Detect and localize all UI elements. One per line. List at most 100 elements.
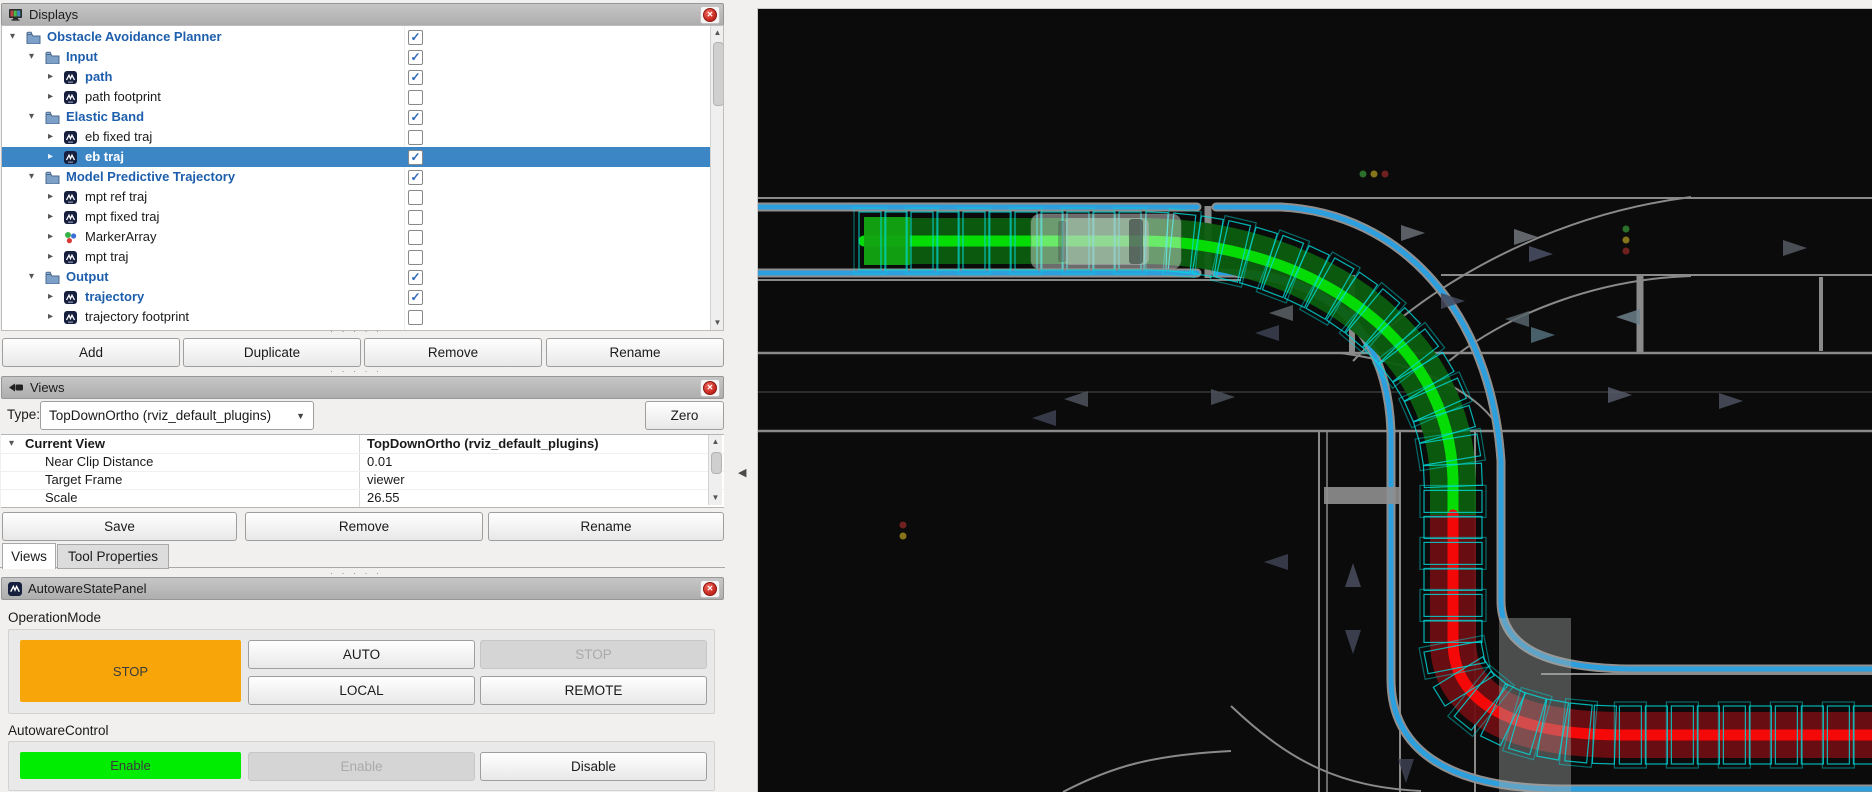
tab-tool-properties[interactable]: Tool Properties [57,544,169,569]
visibility-checkbox[interactable]: ✓ [408,270,423,285]
autoware-control-label: AutowareControl [8,723,109,738]
tree-row-eb-fixed-traj[interactable]: ▸ eb fixed traj [2,127,723,147]
property-row-scale[interactable]: Scale 26.55 [1,489,724,507]
visibility-checkbox[interactable] [408,130,423,145]
enable-current-button[interactable]: Enable [20,752,241,779]
visibility-checkbox[interactable] [408,190,423,205]
duplicate-button[interactable]: Duplicate [183,338,361,367]
rename-display-button[interactable]: Rename [546,338,724,367]
property-value[interactable]: 0.01 [367,453,392,471]
chevron-right-icon[interactable]: ▸ [48,147,53,167]
crosswalk [1324,487,1400,504]
chevron-right-icon[interactable]: ▸ [48,287,53,307]
tree-row-path-footprint[interactable]: ▸ path footprint [2,87,723,107]
grid-scrollbar[interactable]: ▲ ▼ [708,435,722,505]
visibility-checkbox[interactable] [408,230,423,245]
scroll-up-icon[interactable]: ▲ [709,435,722,449]
scrollbar-thumb[interactable] [711,452,722,474]
auto-button[interactable]: AUTO [248,640,475,669]
tree-row-mpt-traj[interactable]: ▸ mpt traj [2,247,723,267]
property-value[interactable]: TopDownOrtho (rviz_default_plugins) [367,435,599,453]
scroll-down-icon[interactable]: ▼ [709,491,722,505]
add-button[interactable]: Add [2,338,180,367]
displays-panel-title: Displays [29,7,79,22]
remote-button[interactable]: REMOTE [480,676,707,705]
tree-row-output[interactable]: ▾ Output ✓ [2,267,723,287]
chevron-right-icon[interactable]: ▸ [48,127,53,147]
visibility-checkbox[interactable]: ✓ [408,110,423,125]
property-value[interactable]: 26.55 [367,489,400,507]
scrollbar-thumb[interactable] [713,42,723,106]
displays-close-button[interactable]: ✕ [700,6,720,24]
building-footprint [1499,618,1571,792]
tree-row-obstacle-avoidance-planner[interactable]: ▾ Obstacle Avoidance Planner ✓ [2,27,723,47]
tree-row-path[interactable]: ▸ path ✓ [2,67,723,87]
chevron-down-icon[interactable]: ▾ [10,27,15,47]
chevron-down-icon[interactable]: ▾ [29,107,34,127]
chevron-down-icon[interactable]: ▾ [29,47,34,67]
view-type-select[interactable]: TopDownOrtho (rviz_default_plugins) ▼ [40,401,314,430]
disable-button[interactable]: Disable [480,752,707,781]
tree-row-trajectory-footprint[interactable]: ▸ trajectory footprint [2,307,723,327]
collapse-left-icon[interactable]: ◀ [738,466,746,479]
tree-row-model-predictive-trajectory[interactable]: ▾ Model Predictive Trajectory ✓ [2,167,723,187]
chevron-down-icon[interactable]: ▾ [29,167,34,187]
visibility-checkbox[interactable]: ✓ [408,30,423,45]
visibility-checkbox[interactable] [408,90,423,105]
displays-tree[interactable]: ▾ Obstacle Avoidance Planner ✓ ▾ Input ✓ ▸ path… [1,25,724,331]
property-row-target-frame[interactable]: Target Frame viewer [1,471,724,490]
splitter-handle[interactable]: · · · · · [330,366,382,376]
chevron-right-icon[interactable]: ▸ [48,227,53,247]
tree-row-input[interactable]: ▾ Input ✓ [2,47,723,67]
autoware-state-panel-title: AutowareStatePanel [28,581,147,596]
tab-views[interactable]: Views [2,543,56,569]
tree-row-eb-traj[interactable]: ▸ eb traj ✓ [2,147,723,167]
local-button[interactable]: LOCAL [248,676,475,705]
visibility-checkbox[interactable]: ✓ [408,70,423,85]
state-panel-close-button[interactable]: ✕ [700,580,720,598]
stop-button[interactable]: STOP [480,640,707,669]
operation-mode-current-stop[interactable]: STOP [20,640,241,702]
chevron-down-icon[interactable]: ▾ [9,435,14,453]
splitter-handle[interactable]: · · · · · [330,326,382,336]
visibility-checkbox[interactable] [408,310,423,325]
displays-tree-scrollbar[interactable]: ▲ ▼ [710,26,723,330]
property-row-near-clip-distance[interactable]: Near Clip Distance 0.01 [1,453,724,472]
tree-row-markerarray[interactable]: ▸ MarkerArray [2,227,723,247]
tree-row-mpt-ref-traj[interactable]: ▸ mpt ref traj [2,187,723,207]
remove-view-button[interactable]: Remove [245,512,483,541]
zero-button[interactable]: Zero [645,401,724,430]
chevron-right-icon[interactable]: ▸ [48,67,53,87]
save-view-button[interactable]: Save [2,512,237,541]
monitor-icon [8,8,23,21]
visibility-checkbox[interactable]: ✓ [408,50,423,65]
scroll-down-icon[interactable]: ▼ [711,316,723,330]
tree-row-elastic-band[interactable]: ▾ Elastic Band ✓ [2,107,723,127]
visibility-checkbox[interactable]: ✓ [408,150,423,165]
enable-button[interactable]: Enable [248,752,475,781]
property-name: Near Clip Distance [45,454,154,469]
tree-row-mpt-fixed-traj[interactable]: ▸ mpt fixed traj [2,207,723,227]
visibility-checkbox[interactable]: ✓ [408,170,423,185]
property-value[interactable]: viewer [367,471,405,489]
visibility-checkbox[interactable] [408,210,423,225]
tree-row-label: Obstacle Avoidance Planner [47,29,222,44]
chevron-right-icon[interactable]: ▸ [48,87,53,107]
3d-viewport[interactable] [757,8,1872,792]
chevron-right-icon[interactable]: ▸ [48,307,53,327]
views-close-button[interactable]: ✕ [700,379,720,397]
remove-display-button[interactable]: Remove [364,338,542,367]
tree-row-trajectory[interactable]: ▸ trajectory ✓ [2,287,723,307]
chevron-right-icon[interactable]: ▸ [48,247,53,267]
chevron-down-icon[interactable]: ▾ [29,267,34,287]
chevron-right-icon[interactable]: ▸ [48,187,53,207]
visibility-checkbox[interactable]: ✓ [408,290,423,305]
dock-splitter[interactable] [725,0,1455,791]
chevron-right-icon[interactable]: ▸ [48,207,53,227]
view-properties-grid[interactable]: ▾ Current View TopDownOrtho (rviz_default_… [1,434,724,508]
rename-view-button[interactable]: Rename [488,512,724,541]
tree-row-label: eb fixed traj [85,129,153,144]
scroll-up-icon[interactable]: ▲ [711,26,723,40]
visibility-checkbox[interactable] [408,250,423,265]
property-row-current-view[interactable]: ▾ Current View TopDownOrtho (rviz_default_… [1,435,724,454]
